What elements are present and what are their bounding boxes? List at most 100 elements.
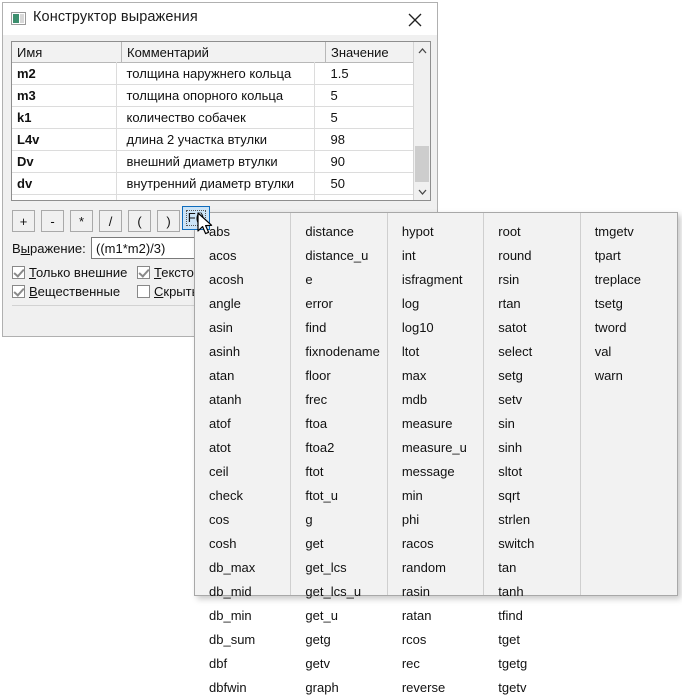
function-menu-item[interactable]: treplace (581, 268, 677, 292)
function-menu-item[interactable]: phi (388, 508, 483, 532)
checkbox-box[interactable] (12, 266, 25, 279)
function-menu-item[interactable]: distance_u (291, 244, 386, 268)
operator-button-minus[interactable]: - (41, 210, 64, 232)
operator-button-divide[interactable]: / (99, 210, 122, 232)
table-row[interactable]: k1 количество собачек 5 (12, 107, 431, 129)
function-menu-item[interactable]: setg (484, 364, 579, 388)
function-menu-item[interactable]: strlen (484, 508, 579, 532)
function-menu-item[interactable]: sin (484, 412, 579, 436)
function-menu-item[interactable]: rec (388, 652, 483, 676)
table-row[interactable]: m2 толщина наружнего кольца 1.5 (12, 63, 431, 85)
function-menu-item[interactable]: log10 (388, 316, 483, 340)
function-menu-item[interactable]: select (484, 340, 579, 364)
function-menu-item[interactable]: atanh (195, 388, 290, 412)
function-menu-item[interactable]: mdb (388, 388, 483, 412)
function-menu-item[interactable]: fixnodename (291, 340, 386, 364)
function-menu-item[interactable]: racos (388, 532, 483, 556)
function-menu-item[interactable]: distance (291, 220, 386, 244)
function-menu-item[interactable]: angle (195, 292, 290, 316)
checkbox-real[interactable]: Вещественные (12, 284, 120, 299)
function-menu-item[interactable]: rtan (484, 292, 579, 316)
function-menu-item[interactable]: ftot (291, 460, 386, 484)
checkbox-box[interactable] (137, 285, 150, 298)
function-menu-item[interactable]: tgetv (484, 676, 579, 700)
function-menu-item[interactable]: getg (291, 628, 386, 652)
function-menu-item[interactable]: acos (195, 244, 290, 268)
function-menu-item[interactable]: acosh (195, 268, 290, 292)
function-menu-item[interactable]: measure_u (388, 436, 483, 460)
function-menu-item[interactable]: int (388, 244, 483, 268)
column-header-comment[interactable]: Комментарий (122, 42, 326, 63)
function-menu-item[interactable]: get_lcs (291, 556, 386, 580)
function-menu-item[interactable]: root (484, 220, 579, 244)
function-menu-item[interactable]: get_u (291, 604, 386, 628)
function-menu-item[interactable]: val (581, 340, 677, 364)
function-menu-item[interactable]: isfragment (388, 268, 483, 292)
grid-vertical-scrollbar[interactable] (413, 42, 430, 200)
function-menu-item[interactable]: sinh (484, 436, 579, 460)
checkbox-only-external[interactable]: Только внешние (12, 265, 127, 280)
table-row[interactable]: L4v длина 2 участка втулки 98 (12, 129, 431, 151)
function-menu-item[interactable]: sqrt (484, 484, 579, 508)
scroll-up-arrow-icon[interactable] (414, 42, 430, 59)
scroll-down-arrow-icon[interactable] (414, 183, 430, 200)
function-menu-item[interactable]: measure (388, 412, 483, 436)
function-menu-item[interactable]: atot (195, 436, 290, 460)
function-menu-item[interactable]: rasin (388, 580, 483, 604)
function-menu-item[interactable]: tsetg (581, 292, 677, 316)
table-row[interactable]: Dv внешний диаметр втулки 90 (12, 151, 431, 173)
function-menu-item[interactable]: asinh (195, 340, 290, 364)
function-menu-item[interactable]: ratan (388, 604, 483, 628)
function-menu-item[interactable]: ltot (388, 340, 483, 364)
variables-grid[interactable]: Имя Комментарий Значение m2 толщина нару… (11, 41, 431, 201)
function-menu-item[interactable]: g (291, 508, 386, 532)
function-menu-item[interactable]: switch (484, 532, 579, 556)
function-menu-item[interactable]: tword (581, 316, 677, 340)
function-menu-item[interactable]: tanh (484, 580, 579, 604)
function-menu-item[interactable]: setv (484, 388, 579, 412)
function-menu-item[interactable]: find (291, 316, 386, 340)
function-menu-item[interactable]: cosh (195, 532, 290, 556)
column-header-name[interactable]: Имя (12, 42, 122, 63)
function-menu-item[interactable]: tpart (581, 244, 677, 268)
function-menu-item[interactable]: db_max (195, 556, 290, 580)
close-button[interactable] (393, 3, 437, 33)
function-menu-item[interactable]: floor (291, 364, 386, 388)
function-menu-item[interactable]: graph (291, 676, 386, 700)
function-menu-item[interactable]: message (388, 460, 483, 484)
function-menu-item[interactable]: ceil (195, 460, 290, 484)
operator-button-paren-open[interactable]: ( (128, 210, 151, 232)
function-menu-item[interactable]: random (388, 556, 483, 580)
checkbox-box[interactable] (12, 285, 25, 298)
function-menu-item[interactable]: tgetg (484, 652, 579, 676)
function-menu-item[interactable]: e (291, 268, 386, 292)
function-menu-item[interactable]: atof (195, 412, 290, 436)
function-menu-item[interactable]: max (388, 364, 483, 388)
function-menu-item[interactable]: getv (291, 652, 386, 676)
operator-button-multiply[interactable]: * (70, 210, 93, 232)
function-menu-item[interactable]: min (388, 484, 483, 508)
function-menu-item[interactable]: warn (581, 364, 677, 388)
function-menu-item[interactable]: round (484, 244, 579, 268)
function-menu-item[interactable]: hypot (388, 220, 483, 244)
function-menu-item[interactable]: ftoa2 (291, 436, 386, 460)
function-menu-item[interactable]: error (291, 292, 386, 316)
function-menu-item[interactable]: reverse (388, 676, 483, 700)
function-menu-item[interactable]: satot (484, 316, 579, 340)
function-menu-item[interactable]: ftot_u (291, 484, 386, 508)
function-menu-item[interactable]: tan (484, 556, 579, 580)
function-menu-item[interactable]: tmgetv (581, 220, 677, 244)
operator-button-paren-close[interactable]: ) (157, 210, 180, 232)
table-row[interactable]: m3 толщина опорного кольца 5 (12, 85, 431, 107)
function-menu-item[interactable]: db_min (195, 604, 290, 628)
function-menu-item[interactable]: log (388, 292, 483, 316)
function-menu-item[interactable]: db_mid (195, 580, 290, 604)
function-menu-item[interactable]: cos (195, 508, 290, 532)
function-menu-item[interactable]: sltot (484, 460, 579, 484)
function-menu-item[interactable]: tfind (484, 604, 579, 628)
function-menu-item[interactable]: dbfwin (195, 676, 290, 700)
function-menu-item[interactable]: asin (195, 316, 290, 340)
function-menu-item[interactable]: frec (291, 388, 386, 412)
function-menu-item[interactable]: tget (484, 628, 579, 652)
function-menu-item[interactable]: check (195, 484, 290, 508)
